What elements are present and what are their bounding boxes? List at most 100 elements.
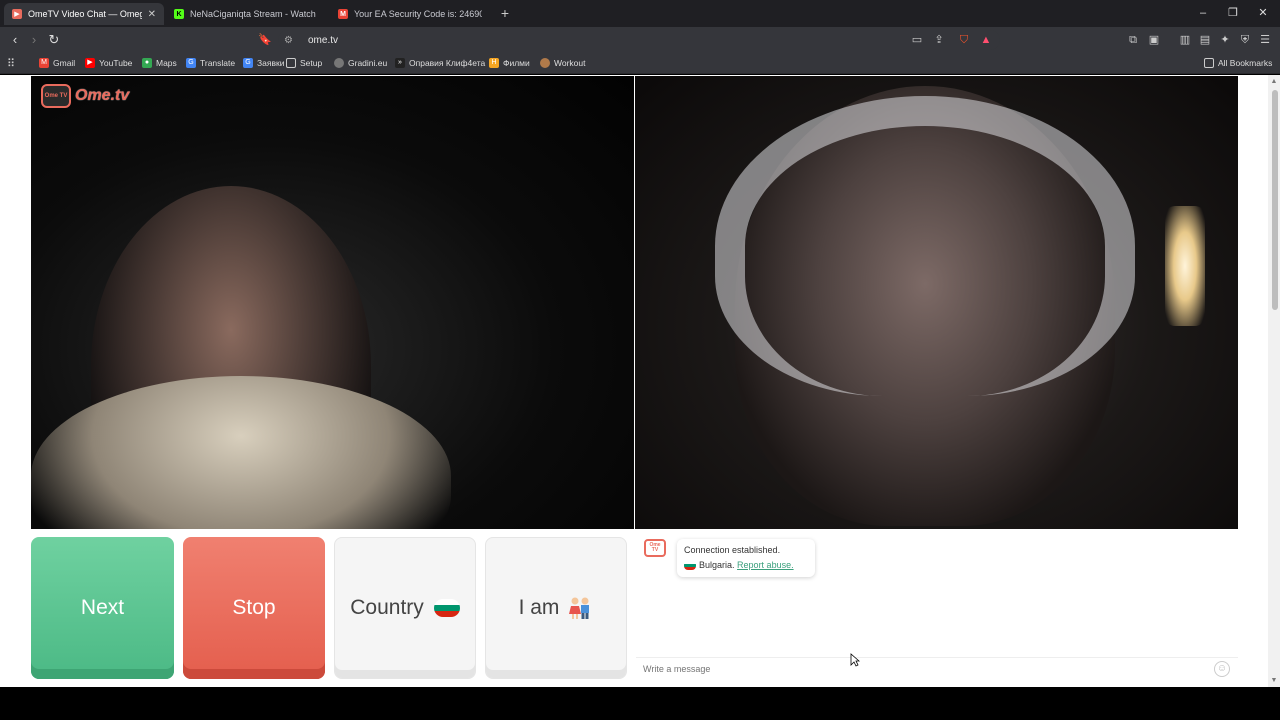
bookmark-opravia[interactable]: » Оправия Клиф4ета [395,55,485,71]
folder-icon [286,58,296,68]
minimize-icon[interactable]: – [1193,4,1213,22]
cast-icon[interactable]: ▭ [909,32,925,48]
wallet-icon[interactable]: ▤ [1197,32,1213,48]
tv-logo-icon: Ome TV [41,84,71,108]
tab-strip: ▶ OmeTV Video Chat — Omegl ✕ K NeNaCigan… [0,0,1280,27]
back-icon[interactable]: ‹ [6,31,24,49]
country-name: Bulgaria. [699,560,735,570]
stop-label: Stop [232,596,276,619]
tab-title: OmeTV Video Chat — Omegl [28,9,142,19]
bookmark-label: Оправия Клиф4ета [409,58,486,68]
maps-icon: ● [142,58,152,68]
bookmark-setup[interactable]: Setup [286,55,322,71]
share-icon[interactable]: ⇪ [931,32,947,48]
ometv-favicon-icon: ▶ [12,9,22,19]
all-bookmarks[interactable]: All Bookmarks [1204,55,1272,71]
gender-button[interactable]: I am [485,537,627,679]
restore-icon[interactable]: ❐ [1223,4,1243,22]
logo-wordmark: Ome.tv [75,87,130,104]
scrollbar-thumb[interactable] [1272,90,1278,310]
tab-title: Your EA Security Code is: 246905 - nc [354,9,482,19]
google-icon: G [243,58,253,68]
browser-toolbar: ‹ › ↻ 🔖 ⚙ ome.tv ▭ ⇪ ⛉ ▲ ⧉ ▣ ▥ ▤ ✦ ⛨ ☰ [0,27,1280,52]
new-tab-button[interactable]: + [498,5,512,21]
message-bar: ☺ [636,657,1238,679]
bookmark-page-icon[interactable]: 🔖 [256,31,274,49]
translate-icon: G [186,58,196,68]
country-button[interactable]: Country [334,537,476,679]
mouse-cursor-icon [850,653,860,667]
partner-country: Bulgaria. Report abuse. [684,558,808,573]
bookmark-label: YouTube [99,58,133,68]
tab-search-icon[interactable]: ▣ [1146,32,1162,48]
emoji-icon[interactable]: ☺ [1214,661,1230,677]
menu-icon[interactable]: ☰ [1257,32,1273,48]
remote-bottle [1165,206,1205,326]
globe-icon [334,58,344,68]
report-abuse-link[interactable]: Report abuse. [737,560,794,570]
bookmark-label: Филми [503,58,530,68]
next-label: Next [80,596,125,619]
local-video [31,76,634,529]
sidebar-icon[interactable]: ▥ [1177,32,1193,48]
bookmark-translate[interactable]: G Translate [186,55,235,71]
bookmark-label: Заявки [257,58,285,68]
bookmarks-bar: ⠿ M Gmail ▶ YouTube ● Maps G Translate G Заяв… [0,52,1280,74]
connection-text: Connection established. [684,545,781,555]
reload-icon[interactable]: ↻ [45,31,63,49]
kick-favicon-icon: K [174,9,184,19]
close-tab-icon[interactable]: ✕ [148,9,156,20]
tab-title: NeNaCiganiqta Stream - Watch Live [190,9,318,19]
extensions-icon[interactable]: ⧉ [1125,32,1141,48]
apps-grid-icon[interactable]: ⠿ [7,55,15,71]
remote-headphones [715,96,1135,396]
gmail-favicon-icon: M [338,9,348,19]
bookmark-gmail[interactable]: M Gmail [39,55,75,71]
scroll-down-icon[interactable]: ▼ [1270,677,1278,685]
site-info-icon[interactable]: ⚙ [284,35,298,46]
couple-icon [567,596,593,620]
bulgaria-flag-icon [684,561,696,571]
scroll-up-icon[interactable]: ▲ [1270,78,1278,86]
bookmark-label: Workout [554,58,586,68]
ometv-logo[interactable]: Ome TV Ome.tv [41,84,129,108]
brave-shield-icon[interactable]: ⛉ [956,32,972,48]
bulgaria-flag-icon [433,599,460,617]
close-window-icon[interactable]: ✕ [1253,4,1273,22]
remote-video [635,76,1238,529]
url-text: ome.tv [308,34,339,46]
vpn-icon[interactable]: ⛨ [1237,32,1253,48]
address-bar[interactable]: ⚙ ome.tv [278,30,1000,50]
message-input[interactable] [643,663,1203,674]
leo-ai-icon[interactable]: ✦ [1217,32,1233,48]
gmail-icon: M [39,58,49,68]
tab-gmail[interactable]: M Your EA Security Code is: 246905 - nc [330,3,490,25]
bookmark-youtube[interactable]: ▶ YouTube [85,55,132,71]
bookmark-zayavki[interactable]: G Заявки [243,55,284,71]
film-icon: H [489,58,499,68]
folder-icon [1204,58,1214,68]
chevrons-icon: » [395,58,405,68]
bookmark-label: Maps [156,58,177,68]
forward-icon[interactable]: › [25,31,43,49]
bookmark-label: Setup [300,58,323,68]
system-message: Connection established. Bulgaria. Report… [677,539,815,577]
bookmark-maps[interactable]: ● Maps [142,55,177,71]
next-button[interactable]: Next [31,537,174,679]
tab-kick-stream[interactable]: K NeNaCiganiqta Stream - Watch Live [166,3,326,25]
country-label: Country [350,596,424,619]
brave-rewards-icon[interactable]: ▲ [978,32,994,48]
bookmark-label: Gradini.eu [348,58,388,68]
bottom-area [0,687,1280,720]
bookmark-label: Translate [200,58,236,68]
stop-button[interactable]: Stop [183,537,325,679]
tab-ometv[interactable]: ▶ OmeTV Video Chat — Omegl ✕ [4,3,164,25]
bookmark-workout[interactable]: Workout [540,55,586,71]
workout-icon [540,58,550,68]
chat-ometv-icon: Ome TV [644,539,666,557]
bookmark-label: Gmail [53,58,76,68]
bookmark-filmi[interactable]: H Филми [489,55,530,71]
youtube-icon: ▶ [85,58,95,68]
all-bookmarks-label: All Bookmarks [1218,58,1273,68]
bookmark-gradini[interactable]: Gradini.eu [334,55,387,71]
